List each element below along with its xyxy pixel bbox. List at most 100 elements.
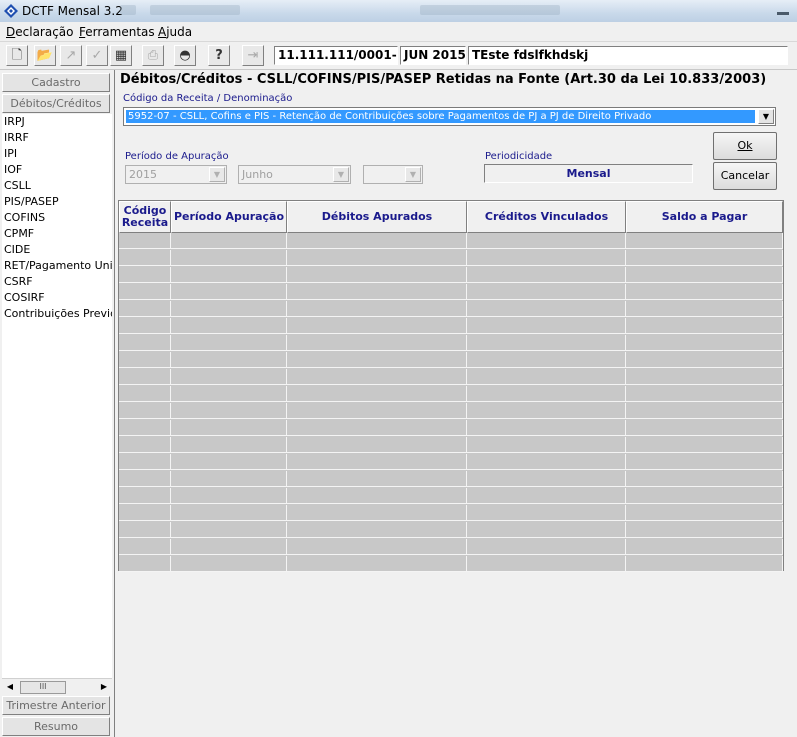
table-cell[interactable] [119,318,171,334]
calculator-icon[interactable]: ▦ [110,45,132,66]
table-cell[interactable] [119,233,171,249]
table-cell[interactable] [626,267,783,283]
table-cell[interactable] [287,267,467,283]
table-cell[interactable] [171,556,287,572]
tax-list[interactable]: IRPJ IRRF IPI IOF CSLL PIS/PASEP COFINS … [2,114,112,684]
codigo-receita-select[interactable]: 5952-07 - CSLL, Cofins e PIS - Retenção … [123,107,776,126]
table-cell[interactable] [287,505,467,521]
table-cell[interactable] [626,284,783,300]
help-icon[interactable]: ? [208,45,230,66]
table-cell[interactable] [119,369,171,385]
table-cell[interactable] [287,386,467,402]
print-icon[interactable]: ⎙ [142,45,164,66]
table-cell[interactable] [119,556,171,572]
table-cell[interactable] [467,437,626,453]
table-cell[interactable] [119,488,171,504]
table-cell[interactable] [467,488,626,504]
table-cell[interactable] [626,522,783,538]
table-cell[interactable] [467,471,626,487]
table-cell[interactable] [287,318,467,334]
table-cell[interactable] [171,250,287,266]
table-cell[interactable] [119,352,171,368]
table-cell[interactable] [171,233,287,249]
debitos-creditos-button[interactable]: Débitos/Créditos [2,94,110,113]
table-cell[interactable] [287,454,467,470]
table-cell[interactable] [467,250,626,266]
table-cell[interactable] [171,352,287,368]
scroll-right-icon[interactable]: ▶ [97,680,111,694]
minimize-icon[interactable] [777,12,789,15]
table-cell[interactable] [467,505,626,521]
table-cell[interactable] [626,539,783,555]
table-cell[interactable] [287,556,467,572]
list-item[interactable]: IPI [2,146,112,162]
table-cell[interactable] [287,335,467,351]
table-cell[interactable] [626,386,783,402]
list-item[interactable]: COSIRF [2,290,112,306]
table-cell[interactable] [287,284,467,300]
bell-icon[interactable]: ◓ [174,45,196,66]
table-cell[interactable] [467,386,626,402]
new-document-icon[interactable]: 🗋 [6,45,28,66]
table-cell[interactable] [467,267,626,283]
table-cell[interactable] [171,522,287,538]
table-cell[interactable] [119,301,171,317]
table-cell[interactable] [119,505,171,521]
column-header[interactable]: Código Receita [119,201,171,233]
list-item[interactable]: COFINS [2,210,112,226]
list-item[interactable]: Contribuições Previdenciárias [2,306,112,322]
chevron-down-icon[interactable]: ▼ [333,167,349,182]
trimestre-anterior-button[interactable]: Trimestre Anterior [2,696,110,715]
export-icon[interactable]: ↗ [60,45,82,66]
table-cell[interactable] [626,301,783,317]
table-cell[interactable] [287,352,467,368]
table-cell[interactable] [171,267,287,283]
table-cell[interactable] [119,437,171,453]
table-cell[interactable] [171,318,287,334]
table-cell[interactable] [626,369,783,385]
table-cell[interactable] [119,284,171,300]
list-item[interactable]: CSRF [2,274,112,290]
table-cell[interactable] [287,437,467,453]
column-header[interactable]: Saldo a Pagar [626,201,783,233]
table-cell[interactable] [171,539,287,555]
chevron-down-icon[interactable]: ▼ [758,109,774,124]
dia-select[interactable]: ▼ [363,165,423,184]
table-cell[interactable] [171,403,287,419]
table-cell[interactable] [171,301,287,317]
table-cell[interactable] [171,488,287,504]
table-cell[interactable] [626,335,783,351]
table-cell[interactable] [467,301,626,317]
debitos-table[interactable]: Código Receita Período Apuração Débitos … [118,200,784,572]
table-cell[interactable] [119,471,171,487]
chevron-down-icon[interactable]: ▼ [405,167,421,182]
table-cell[interactable] [467,352,626,368]
column-header[interactable]: Período Apuração [171,201,287,233]
table-cell[interactable] [467,403,626,419]
table-cell[interactable] [287,369,467,385]
resumo-button[interactable]: Resumo [2,717,110,736]
table-cell[interactable] [119,420,171,436]
table-cell[interactable] [626,556,783,572]
table-cell[interactable] [626,403,783,419]
table-cell[interactable] [171,437,287,453]
table-cell[interactable] [467,454,626,470]
table-cell[interactable] [119,403,171,419]
table-cell[interactable] [119,386,171,402]
table-cell[interactable] [171,335,287,351]
list-item[interactable]: RET/Pagamento Unificado [2,258,112,274]
table-cell[interactable] [467,233,626,249]
list-item[interactable]: IRPJ [2,114,112,130]
table-cell[interactable] [287,233,467,249]
table-cell[interactable] [467,522,626,538]
table-cell[interactable] [119,335,171,351]
table-cell[interactable] [119,454,171,470]
list-item[interactable]: CIDE [2,242,112,258]
table-cell[interactable] [626,471,783,487]
mes-select[interactable]: Junho ▼ [238,165,351,184]
table-cell[interactable] [467,318,626,334]
table-cell[interactable] [626,488,783,504]
cadastro-button[interactable]: Cadastro [2,73,110,92]
table-cell[interactable] [467,420,626,436]
table-cell[interactable] [626,250,783,266]
